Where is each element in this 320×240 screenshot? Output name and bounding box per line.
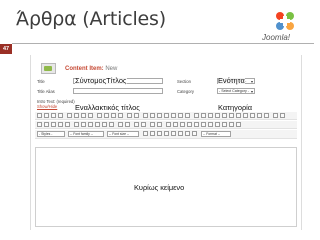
link-icon[interactable] <box>143 113 148 118</box>
split-cells-icon[interactable] <box>257 113 262 118</box>
row-props-icon[interactable] <box>201 113 206 118</box>
align-justify-icon[interactable] <box>88 113 93 118</box>
bullet-list-icon[interactable] <box>97 113 102 118</box>
undo-icon[interactable] <box>127 113 132 118</box>
show-hide-link[interactable]: Show/Hide <box>37 104 57 109</box>
inserttime-icon[interactable] <box>164 131 169 136</box>
charmap-icon[interactable] <box>88 122 93 127</box>
cite-icon[interactable] <box>208 122 213 127</box>
attribs-icon[interactable] <box>236 122 241 127</box>
content-item-icon <box>41 63 56 74</box>
image-icon[interactable] <box>164 113 169 118</box>
replace-icon[interactable] <box>65 122 70 127</box>
align-left-icon[interactable] <box>67 113 72 118</box>
outdent-icon[interactable] <box>111 113 116 118</box>
title-alias-label: Title Alias <box>37 89 55 94</box>
hr-icon[interactable] <box>273 113 278 118</box>
strikethrough-icon[interactable] <box>58 113 63 118</box>
bold-icon[interactable] <box>37 113 42 118</box>
insert-row-after-icon[interactable] <box>222 113 227 118</box>
title-label: Title <box>37 79 45 84</box>
removeformat-icon[interactable] <box>143 131 148 136</box>
spellcheck-icon[interactable] <box>150 131 155 136</box>
annotation-alt-title: Εναλλακτικός τίτλος <box>75 103 140 112</box>
delete-row-icon[interactable] <box>229 113 234 118</box>
joomla-logo-text: Joomla! <box>262 33 291 42</box>
title-divider <box>12 43 314 44</box>
align-right-icon[interactable] <box>81 113 86 118</box>
annotation-category: Κατηγορία <box>218 103 253 112</box>
page-number-badge: 47 <box>0 44 12 54</box>
insert-col-before-icon[interactable] <box>236 113 241 118</box>
align-center-icon[interactable] <box>74 113 79 118</box>
blockquote-icon[interactable] <box>194 122 199 127</box>
slide-title: Άρθρα (Articles) <box>16 8 166 30</box>
category-select[interactable]: - Select Category - <box>217 88 255 94</box>
ins-icon[interactable] <box>229 122 234 127</box>
readmore-icon[interactable] <box>171 131 176 136</box>
search-icon[interactable] <box>58 122 63 127</box>
format-select[interactable]: -- Format -- <box>201 131 231 137</box>
emotions-icon[interactable] <box>95 122 100 127</box>
forecolor-icon[interactable] <box>118 122 123 127</box>
time-icon[interactable] <box>157 122 162 127</box>
paste-icon[interactable] <box>51 122 56 127</box>
table-icon[interactable] <box>194 113 199 118</box>
insertdate-icon[interactable] <box>157 131 162 136</box>
print-icon[interactable] <box>109 122 114 127</box>
category-label: Category <box>177 89 194 94</box>
insert-row-before-icon[interactable] <box>215 113 220 118</box>
cleanup-icon[interactable] <box>171 113 176 118</box>
superscript-icon[interactable] <box>81 122 86 127</box>
title-alias-input[interactable] <box>73 88 163 94</box>
ltr-icon[interactable] <box>134 122 139 127</box>
fullscreen-icon[interactable] <box>280 113 285 118</box>
editor-toolbar-row-1 <box>35 112 297 120</box>
editor-toolbar-row-2 <box>35 121 297 129</box>
nonbreaking-icon[interactable] <box>187 122 192 127</box>
media-icon[interactable] <box>102 122 107 127</box>
font-size-select[interactable]: -- Font size -- <box>107 131 139 137</box>
editor-toolbar-row-3: - Styles - -- Font family -- -- Font siz… <box>35 130 297 139</box>
numbered-list-icon[interactable] <box>104 113 109 118</box>
annotation-section: Ενότητα <box>218 76 245 85</box>
indent-icon[interactable] <box>118 113 123 118</box>
html-source-icon[interactable] <box>185 113 190 118</box>
subscript-icon[interactable] <box>74 122 79 127</box>
unlink-icon[interactable] <box>150 113 155 118</box>
delete-col-icon[interactable] <box>250 113 255 118</box>
backcolor-icon[interactable] <box>125 122 130 127</box>
insert-col-after-icon[interactable] <box>243 113 248 118</box>
help-icon[interactable] <box>178 113 183 118</box>
image-insert-icon[interactable] <box>185 131 190 136</box>
del-icon[interactable] <box>222 122 227 127</box>
content-item-title: Content Item: <box>65 66 104 72</box>
style-props-icon[interactable] <box>173 122 178 127</box>
annotation-main-text: Κυρίως κείμενο <box>134 183 185 192</box>
pagenav-icon[interactable] <box>178 131 183 136</box>
toggle-editor-icon[interactable] <box>192 131 197 136</box>
abbr-icon[interactable] <box>215 122 220 127</box>
italic-icon[interactable] <box>44 113 49 118</box>
annotation-short-title: ΣύντομοςΤίτλος <box>75 76 127 85</box>
rtl-icon[interactable] <box>141 122 146 127</box>
cut-icon[interactable] <box>37 122 42 127</box>
merge-cells-icon[interactable] <box>264 113 269 118</box>
joomla-editor-screenshot: Content Item: New Title Section - Select… <box>30 55 302 230</box>
styles-select[interactable]: - Styles - <box>37 131 65 137</box>
content-item-heading: Content Item: New <box>65 66 117 72</box>
date-icon[interactable] <box>150 122 155 127</box>
anchor-icon[interactable] <box>157 113 162 118</box>
visual-aid-icon[interactable] <box>180 122 185 127</box>
font-family-select[interactable]: -- Font family -- <box>68 131 104 137</box>
layer-icon[interactable] <box>166 122 171 127</box>
copy-icon[interactable] <box>44 122 49 127</box>
redo-icon[interactable] <box>134 113 139 118</box>
section-label: Section <box>177 79 191 84</box>
underline-icon[interactable] <box>51 113 56 118</box>
pagebreak-icon[interactable] <box>201 122 206 127</box>
content-item-status: New <box>105 66 118 72</box>
cell-props-icon[interactable] <box>208 113 213 118</box>
